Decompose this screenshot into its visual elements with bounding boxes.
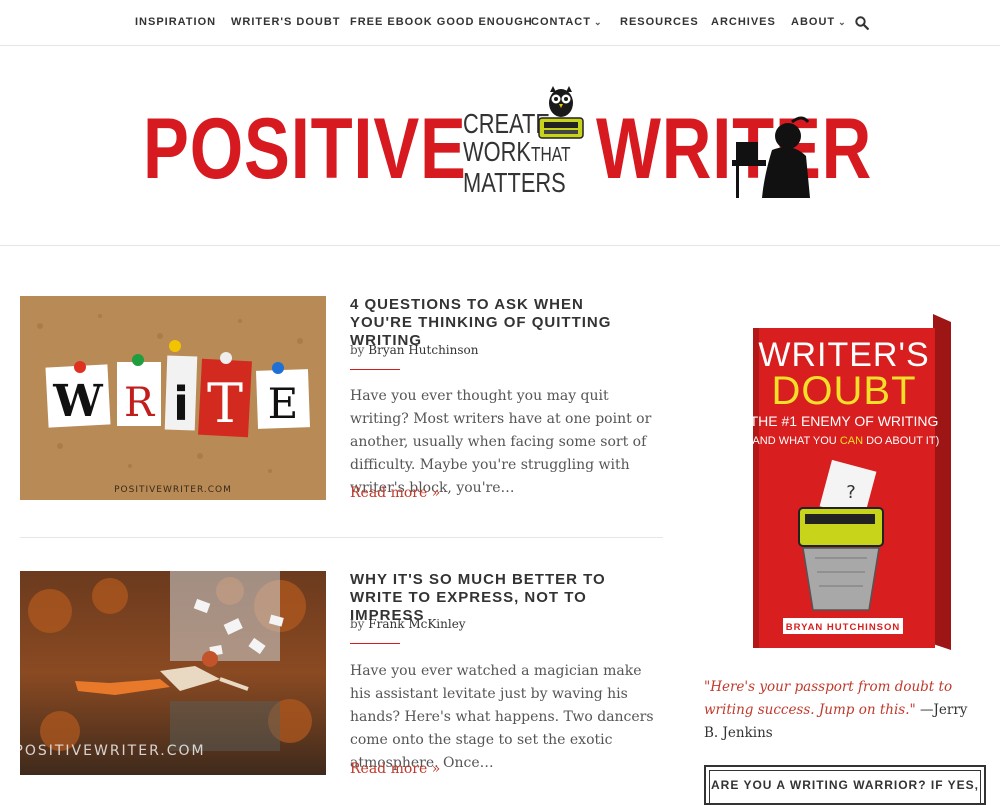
- post-card: POSITIVEWRITER.COM WHY IT'S SO MUCH BETT…: [20, 571, 663, 795]
- tagline-work: WORK: [463, 136, 531, 167]
- post-author[interactable]: Frank McKinley: [368, 617, 465, 631]
- thumb-letter: W: [52, 376, 103, 427]
- svg-text:?: ?: [846, 482, 856, 503]
- nav-free-ebook[interactable]: FREE EBOOK GOOD ENOUGH: [350, 16, 533, 28]
- post-card: W R i T E POSITIVEWRITER.COM 4 QUESTIONS…: [20, 296, 663, 526]
- nav-archives[interactable]: ARCHIVES: [711, 16, 776, 28]
- search-icon[interactable]: [855, 16, 869, 30]
- post-thumbnail[interactable]: POSITIVEWRITER.COM: [20, 571, 326, 775]
- site-header: POSITIVE CREATE WORKTHAT MATTERS WRITER: [0, 46, 1000, 246]
- book-testimonial: "Here's your passport from doubt to writ…: [704, 676, 974, 745]
- read-more-link[interactable]: Read more »: [350, 485, 440, 501]
- book-author: BRYAN HUTCHINSON: [786, 622, 901, 633]
- thumb-letter: E: [268, 379, 299, 428]
- thumb-watermark: POSITIVEWRITER.COM: [114, 485, 232, 495]
- nav-about-label: ABOUT: [791, 16, 836, 28]
- levitating-woman-image: POSITIVEWRITER.COM: [20, 571, 326, 775]
- title-divider: [350, 369, 400, 370]
- nav-inspiration[interactable]: INSPIRATION: [135, 16, 216, 28]
- book-subtitle-line1: THE #1 ENEMY OF WRITING: [750, 413, 939, 429]
- post-title[interactable]: 4 QUESTIONS TO ASK WHEN YOU'RE THINKING …: [350, 296, 650, 350]
- post-author[interactable]: Bryan Hutchinson: [368, 343, 478, 357]
- title-divider: [350, 643, 400, 644]
- chevron-down-icon: ⌄: [593, 17, 603, 27]
- newsletter-widget: ARE YOU A WRITING WARRIOR? IF YES,: [704, 765, 986, 805]
- writer-silhouette-icon: [732, 116, 810, 198]
- owl-typewriter-icon: [538, 86, 584, 139]
- thumb-letter: R: [124, 380, 156, 426]
- nav-about[interactable]: ABOUT ⌄: [791, 16, 847, 28]
- byline-prefix: by: [350, 343, 365, 357]
- widget-heading: ARE YOU A WRITING WARRIOR? IF YES,: [710, 778, 979, 792]
- book-cover-image[interactable]: WRITER'S DOUBT THE #1 ENEMY OF WRITING (…: [745, 300, 957, 660]
- tagline-that: THAT: [530, 144, 571, 166]
- post-thumbnail[interactable]: W R i T E POSITIVEWRITER.COM: [20, 296, 326, 500]
- post-excerpt: Have you ever thought you may quit writi…: [350, 388, 652, 496]
- post-byline: by Bryan Hutchinson: [350, 343, 478, 357]
- byline-prefix: by: [350, 617, 365, 631]
- post-byline: by Frank McKinley: [350, 617, 466, 631]
- top-navigation: INSPIRATION WRITER'S DOUBT FREE EBOOK GO…: [0, 0, 1000, 46]
- chevron-down-icon: ⌄: [838, 17, 847, 27]
- nav-writers-doubt[interactable]: WRITER'S DOUBT: [231, 16, 341, 28]
- post-divider: [20, 537, 663, 538]
- logo-positive: POSITIVE: [143, 101, 467, 197]
- nav-contact[interactable]: CONTACT ⌄: [531, 16, 603, 28]
- read-more-link[interactable]: Read more »: [350, 761, 440, 777]
- book-title-line2: DOUBT: [772, 369, 917, 413]
- thumb-watermark: POSITIVEWRITER.COM: [20, 743, 206, 759]
- nav-resources[interactable]: RESOURCES: [620, 16, 699, 28]
- book-subtitle-line2: (AND WHAT YOU CAN DO ABOUT IT): [749, 435, 940, 447]
- thumb-letter: i: [173, 377, 189, 431]
- thumb-letter: T: [207, 372, 243, 435]
- post-excerpt: Have you ever watched a magician make hi…: [350, 663, 654, 771]
- nav-contact-label: CONTACT: [531, 16, 591, 28]
- cork-board-image: W R i T E POSITIVEWRITER.COM: [20, 296, 326, 500]
- tagline-matters: MATTERS: [463, 167, 566, 198]
